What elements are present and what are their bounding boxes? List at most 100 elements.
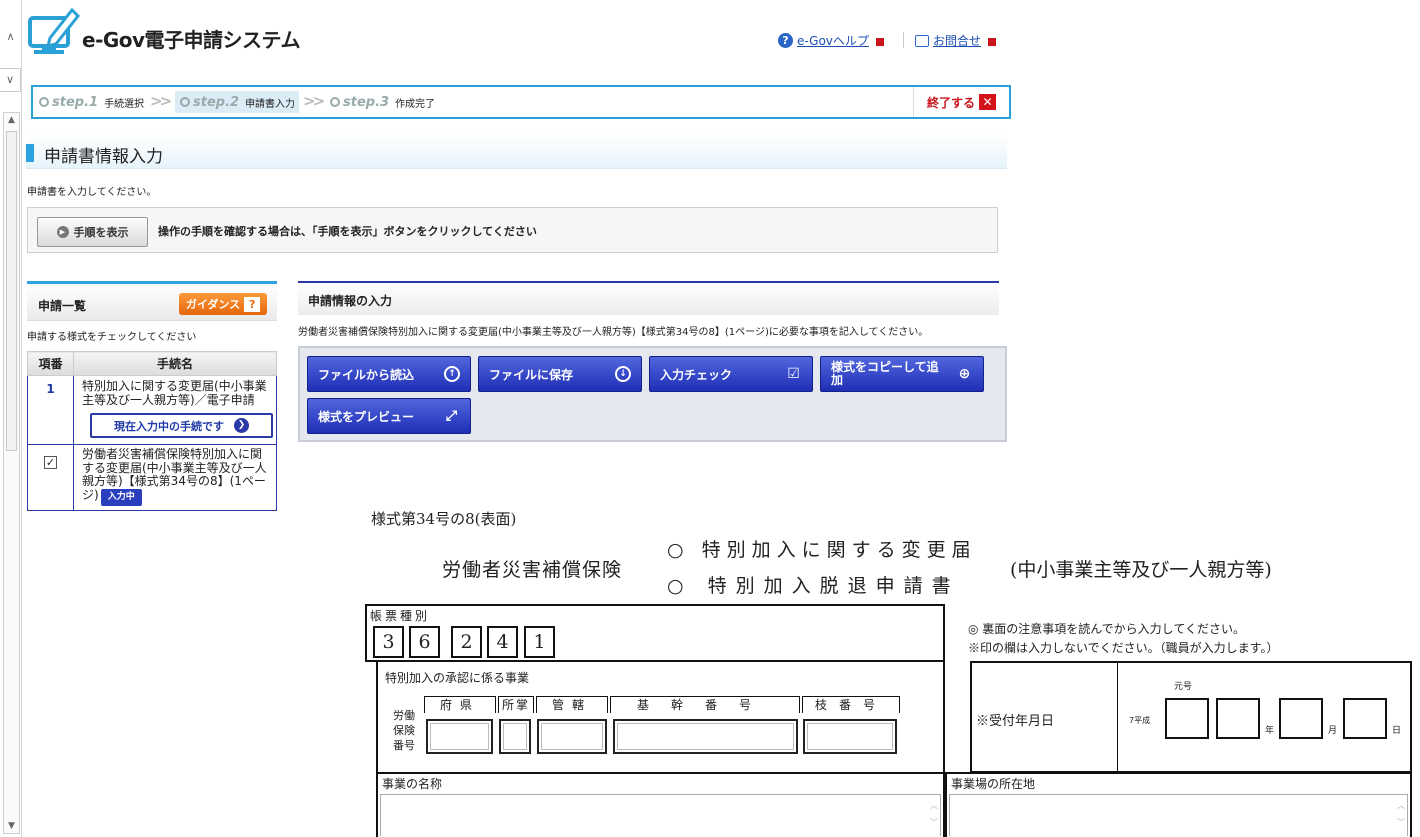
collapse-up-icon[interactable]: ∧	[0, 30, 21, 43]
expand-icon: ⤢	[445, 407, 458, 424]
current-procedure-button[interactable]: 現在入力中の手続です ❯	[90, 413, 273, 438]
base-number-input[interactable]	[613, 719, 798, 754]
branch-number-header: 枝番号	[802, 696, 900, 713]
business-address-label: 事業場の所在地	[951, 777, 1036, 791]
step-3: step.3 作成完了	[330, 91, 435, 113]
form-type-digit: 6	[409, 626, 440, 658]
end-button-label: 終了する	[926, 95, 975, 110]
input-check-button[interactable]: 入力チェック ☑	[649, 356, 813, 392]
help-link[interactable]: ? e-Govヘルプ	[778, 32, 886, 49]
upload-icon: ↑	[444, 366, 460, 382]
business-address-input[interactable]: ︿ ﹀	[949, 794, 1408, 836]
month-box	[1279, 698, 1323, 739]
day-box	[1343, 698, 1387, 739]
step-chevron-icon: >>	[150, 92, 172, 110]
instruction-text: 申請書を入力してください。	[27, 187, 157, 198]
option-withdrawal[interactable]: ○ 特別加入脱退申請書	[667, 571, 960, 598]
receipt-divider	[1117, 663, 1118, 771]
form-type-box: 帳票種別 3 6 2 4 1	[365, 604, 945, 662]
egov-logo-icon	[28, 7, 80, 54]
step-1: step.1 手続選択	[39, 91, 144, 113]
chevron-right-icon: ❯	[234, 418, 249, 433]
step-dot-icon	[330, 97, 340, 107]
business-name-box: 事業の名称 ︿ ﹀	[376, 772, 945, 837]
close-icon: ✕	[979, 94, 996, 110]
step-label: 作成完了	[395, 98, 436, 110]
sidebar-scrollbar[interactable]: ▲ ▼	[3, 112, 20, 834]
step-2: step.2 申請書入力	[175, 91, 299, 113]
form-type-digit: 3	[373, 626, 404, 658]
year-unit: 年	[1265, 726, 1275, 736]
textarea-scroll-icon[interactable]: ︿ ﹀	[930, 797, 938, 831]
copy-form-button[interactable]: 様式をコピーして追加 ⊕	[820, 356, 984, 392]
business-approval-box: 特別加入の承認に係る事業 労働保険番号 府県 所掌 管轄 基幹番号 枝番号	[376, 660, 945, 774]
external-window-icon	[875, 35, 886, 46]
in-progress-badge: 入力中	[100, 488, 142, 506]
contact-link[interactable]: お問合せ	[915, 32, 999, 49]
row-name-cell: 特別加入に関する変更届(中小事業主等及び一人親方等)／電子申請 現在入力中の手続…	[73, 375, 277, 445]
form-number-title: 様式第34号の8(表面)	[371, 510, 517, 528]
procedure-box: ▶ 手順を表示 操作の手順を確認する場合は、「手順を表示」ボタンをクリックしてく…	[27, 207, 998, 253]
table-header-row: 項番 手続名	[27, 351, 277, 376]
form-type-label: 帳票種別	[370, 609, 431, 623]
form-type-digit: 2	[451, 626, 482, 658]
scrollbar-thumb[interactable]	[6, 131, 17, 451]
jurisdiction-input[interactable]	[499, 719, 531, 754]
preview-form-button[interactable]: 様式をプレビュー ⤢	[307, 398, 471, 434]
textarea-scroll-icon[interactable]: ︿ ﹀	[1397, 797, 1405, 831]
labor-insurance-number-label: 労働保険番号	[393, 709, 415, 752]
business-name-input[interactable]: ︿ ﹀	[380, 794, 941, 836]
step-number: step.2	[193, 94, 240, 110]
column-header-no: 項番	[27, 351, 74, 376]
application-table: 項番 手続名 1 特別加入に関する変更届(中小事業主等及び一人親方等)／電子申請…	[27, 351, 277, 511]
year-box	[1216, 698, 1260, 739]
receipt-date-box: ※受付年月日 元号 7平成 年 月 日	[970, 661, 1412, 773]
page-title: 申請書情報入力	[44, 147, 163, 167]
input-panel-title: 申請情報の入力	[308, 294, 393, 308]
form-note-1: ◎ 裏面の注意事項を読んでから入力してください。	[968, 622, 1245, 636]
copy-form-label: 様式をコピーして追加	[831, 360, 939, 387]
base-number-header: 基幹番号	[610, 696, 800, 713]
current-procedure-label: 現在入力中の手続です	[114, 419, 224, 433]
table-row: 1 特別加入に関する変更届(中小事業主等及び一人親方等)／電子申請 現在入力中の…	[27, 375, 277, 445]
form-checkbox[interactable]: ✓	[44, 456, 57, 469]
era-heisei-label: 7平成	[1129, 716, 1151, 725]
receipt-date-label: ※受付年月日	[976, 714, 1055, 729]
scroll-up-arrow-icon[interactable]: ▲	[4, 113, 19, 127]
prefecture-input[interactable]	[426, 719, 493, 754]
option-change-notice[interactable]: ○ 特別加入に関する変更届	[667, 535, 977, 562]
era-label: 元号	[1174, 682, 1193, 692]
load-file-label: ファイルから読込	[318, 367, 415, 382]
branch-number-input[interactable]	[803, 719, 897, 754]
show-procedure-button[interactable]: ▶ 手順を表示	[37, 217, 148, 247]
contact-link-label[interactable]: お問合せ	[933, 32, 981, 49]
step-chevron-icon: >>	[303, 92, 325, 110]
district-input[interactable]	[537, 719, 607, 754]
step-label: 手続選択	[104, 98, 145, 110]
app-brand-title: e-Gov電子申請システム	[82, 28, 300, 52]
row-name-cell: 労働者災害補償保険特別加入に関する変更届(中小事業主等及び一人親方等)【様式第3…	[73, 444, 277, 511]
row-name: 特別加入に関する変更届(中小事業主等及び一人親方等)／電子申請	[82, 379, 267, 407]
application-list-panel: 申請一覧 ガイダンス ? 申請する様式をチェックしてください 項番 手続名 1 …	[27, 281, 277, 511]
dropdown-chevron-icon[interactable]: ∨	[0, 68, 21, 92]
input-panel-description: 労働者災害補償保険特別加入に関する変更届(中小事業主等及び一人親方等)【様式第3…	[298, 327, 929, 338]
row-check-cell: ✓	[27, 444, 74, 511]
panel-title: 申請一覧	[38, 299, 87, 313]
checkbox-icon: ☑	[787, 365, 800, 382]
prefecture-header: 府県	[424, 696, 496, 713]
help-link-label[interactable]: e-Govヘルプ	[797, 32, 869, 49]
business-approval-label: 特別加入の承認に係る事業	[385, 671, 530, 685]
help-question-icon: ?	[778, 33, 793, 48]
business-name-label: 事業の名称	[382, 777, 443, 791]
input-check-label: 入力チェック	[660, 367, 733, 382]
question-icon: ?	[244, 296, 261, 312]
step-number: step.3	[343, 94, 390, 110]
scroll-down-arrow-icon[interactable]: ▼	[4, 819, 19, 833]
save-file-button[interactable]: ファイルに保存 ↓	[478, 356, 642, 392]
step-dot-icon	[180, 97, 190, 107]
input-panel-header: 申請情報の入力	[298, 281, 999, 315]
guidance-button[interactable]: ガイダンス ?	[179, 293, 267, 315]
end-button[interactable]: 終了する ✕	[913, 87, 1009, 117]
column-header-name: 手続名	[73, 351, 277, 376]
load-file-button[interactable]: ファイルから読込 ↑	[307, 356, 471, 392]
